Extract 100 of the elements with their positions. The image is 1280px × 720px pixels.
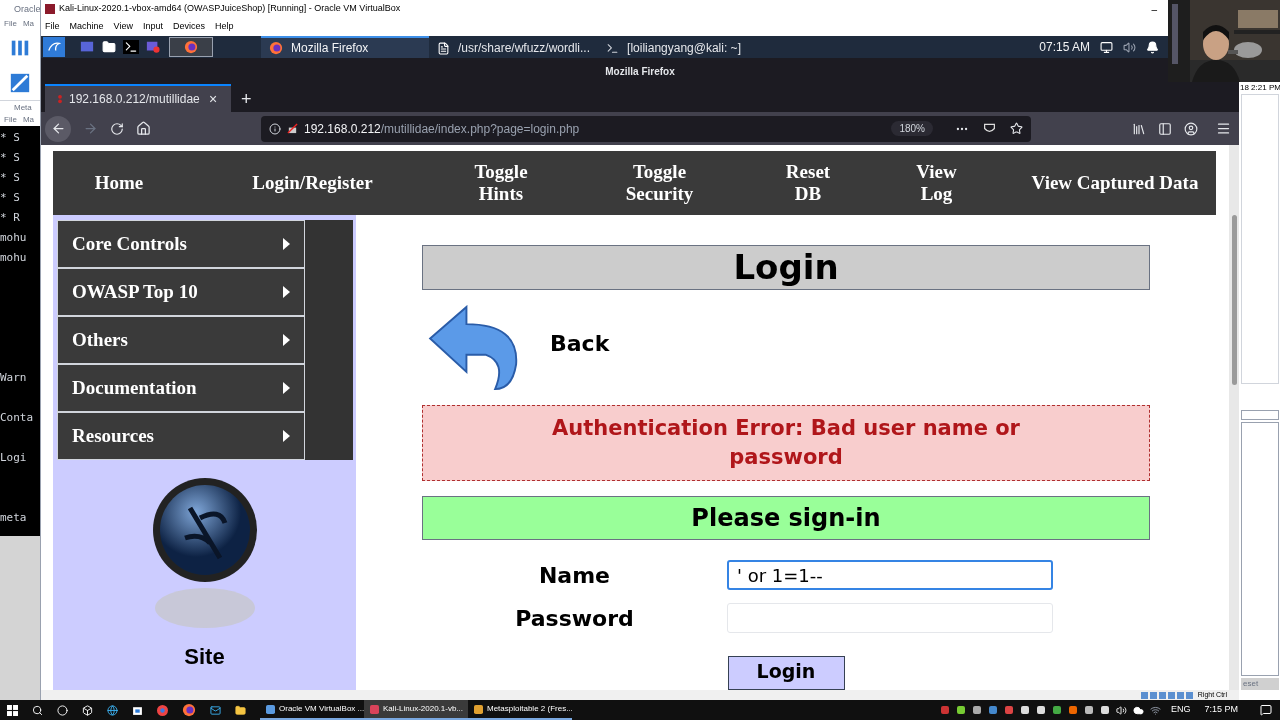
folder-icon[interactable]	[235, 704, 246, 716]
account-icon[interactable]	[1184, 121, 1198, 136]
taskbar-window-button[interactable]: Metasploitable 2 (Fres...	[468, 700, 572, 720]
terminal-line: * R	[0, 210, 21, 226]
login-title-bar: Login	[422, 245, 1150, 290]
taskbar-window-button[interactable]: Kali-Linux-2020.1-vb...	[364, 700, 468, 720]
nav-link[interactable]: Reset DB	[773, 161, 843, 206]
menu-item[interactable]: Ma	[22, 18, 34, 30]
sign-in-banner: Please sign-in	[422, 496, 1150, 540]
notification-icon[interactable]	[1146, 40, 1159, 54]
tray-icon[interactable]	[1051, 705, 1062, 715]
tray-icon[interactable]	[1067, 705, 1078, 715]
window-task[interactable]: /usr/share/wfuzz/wordli...	[429, 36, 599, 58]
login-button[interactable]: Login	[727, 656, 845, 690]
taskbar-app-button[interactable]	[169, 37, 213, 57]
home-button[interactable]	[136, 121, 151, 136]
text-area[interactable]	[1241, 422, 1279, 676]
recorder-icon[interactable]	[145, 40, 161, 54]
menu-item[interactable]: File	[4, 114, 17, 126]
minimize-button[interactable]: –	[1151, 1, 1157, 17]
site-icon	[57, 94, 63, 104]
volume-icon[interactable]	[1115, 704, 1127, 716]
bookmark-icon[interactable]	[1010, 122, 1023, 135]
menu-item[interactable]: View	[113, 20, 133, 34]
tray-icon[interactable]	[1035, 705, 1046, 715]
scrollbar[interactable]	[1229, 145, 1239, 690]
nav-link[interactable]: Toggle Hints	[456, 161, 546, 206]
reload-button[interactable]	[110, 121, 124, 136]
display-icon[interactable]	[1100, 40, 1113, 54]
edge-icon[interactable]	[107, 704, 118, 716]
menu-item[interactable]: Devices	[172, 20, 205, 34]
terminal-icon[interactable]	[123, 40, 139, 54]
terminal-line: Logi	[0, 450, 28, 466]
window-title: Mozilla Firefox	[605, 64, 675, 79]
search-icon[interactable]	[32, 704, 43, 716]
nav-link[interactable]: View Captured Data	[1030, 172, 1200, 195]
caret-icon	[283, 238, 290, 250]
sidebar-menu-item[interactable]: Others	[57, 316, 305, 364]
notification-icon[interactable]	[1260, 704, 1272, 716]
tray-icon[interactable]	[1083, 705, 1094, 715]
terminal-line: * S	[0, 170, 21, 186]
new-tab-button[interactable]: +	[241, 90, 252, 108]
sidebar-menu-item[interactable]: Documentation	[57, 364, 305, 412]
language-indicator[interactable]: ENG	[1170, 703, 1191, 717]
browser-tab[interactable]: 192.168.0.212/mutillidae ×	[45, 84, 231, 112]
field-label: Password	[514, 604, 635, 633]
pocket-icon[interactable]	[983, 122, 996, 135]
sidebar-menu-item[interactable]: Core Controls	[57, 220, 305, 268]
cloud-icon[interactable]	[1132, 704, 1144, 716]
close-icon[interactable]: ×	[209, 92, 218, 106]
address-bar[interactable]: 192.168.0.212/mutillidae/index.php?page=login.php 180%	[261, 115, 1031, 142]
menu-item[interactable]: Input	[142, 20, 163, 34]
window-task[interactable]: Mozilla Firefox	[261, 36, 429, 58]
volume-icon[interactable]	[1123, 40, 1136, 54]
task-view-icon[interactable]	[82, 704, 93, 716]
sidebar-menu-item[interactable]: Resources	[57, 412, 305, 460]
chrome-icon[interactable]	[157, 704, 168, 716]
menu-item[interactable]: Ma	[22, 114, 34, 126]
document-icon	[437, 41, 450, 55]
terminal-line: * S	[0, 190, 21, 206]
library-icon[interactable]	[1132, 121, 1146, 136]
caret-icon	[283, 430, 290, 442]
caret-icon	[283, 286, 290, 298]
menu-item[interactable]: File	[45, 20, 60, 34]
menu-item[interactable]: Machine	[69, 20, 104, 34]
back-link[interactable]: Back	[550, 327, 610, 360]
zoom-level[interactable]: 180%	[891, 121, 933, 136]
sidebar-icon[interactable]	[1158, 121, 1172, 136]
error-message: Authentication Error: Bad user name or password	[422, 405, 1150, 481]
field-label: Name	[537, 561, 612, 590]
input-field[interactable]: ' or 1=1--	[727, 560, 1053, 590]
menu-icon[interactable]	[1216, 121, 1231, 136]
window-task[interactable]: [loiliangyang@kali: ~]	[598, 36, 749, 58]
browser-icon	[184, 40, 198, 54]
network-icon[interactable]	[1149, 704, 1161, 716]
machine-icon[interactable]	[9, 71, 31, 94]
clock[interactable]: 7:15 PM	[1204, 703, 1238, 717]
tray-icon[interactable]	[971, 705, 982, 715]
input-field[interactable]	[727, 603, 1053, 633]
store-icon[interactable]	[132, 704, 143, 716]
tray-icon[interactable]	[955, 705, 966, 715]
text-field[interactable]	[1241, 410, 1279, 420]
back-button[interactable]	[45, 115, 71, 142]
tray-icon[interactable]	[1019, 705, 1030, 715]
info-icon	[269, 122, 281, 135]
insecure-lock-icon	[287, 123, 298, 134]
site-label: Site	[184, 643, 225, 671]
menu-item[interactable]: Help	[214, 20, 234, 34]
sidebar-menu-item[interactable]: OWASP Top 10	[57, 268, 305, 316]
menu-item[interactable]: File	[4, 18, 17, 30]
mail-icon[interactable]	[210, 704, 221, 716]
nav-link[interactable]: View Log	[901, 161, 972, 206]
desktop-icon[interactable]	[79, 40, 95, 54]
nav-link[interactable]: Home	[69, 172, 169, 195]
cortana-icon[interactable]	[57, 704, 68, 716]
windows-start-icon[interactable]	[7, 704, 18, 716]
tray-icon[interactable]	[1099, 705, 1110, 715]
nav-link[interactable]: Toggle Security	[604, 161, 715, 206]
kali-menu-button[interactable]	[43, 37, 65, 57]
nav-link[interactable]: Login/Register	[227, 172, 398, 195]
